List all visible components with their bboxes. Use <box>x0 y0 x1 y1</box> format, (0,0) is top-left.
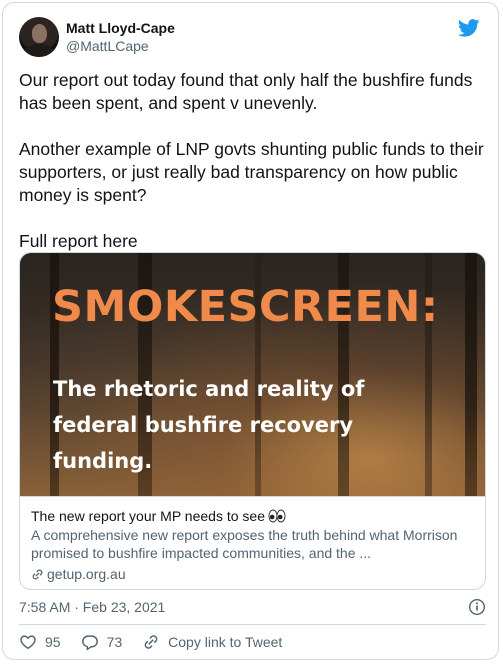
heart-icon <box>20 635 36 650</box>
avatar[interactable] <box>19 17 59 57</box>
card-image-subhead: The rhetoric and reality of federal bush… <box>53 377 365 473</box>
copy-link-label: Copy link to Tweet <box>168 634 283 650</box>
twitter-bird-icon[interactable] <box>458 19 480 37</box>
card-meta[interactable]: The new report your MP needs to see A co… <box>20 496 485 589</box>
card-domain[interactable]: getup.org.au <box>31 565 485 583</box>
tweet-card: Matt Lloyd-Cape @MattLCape Our report ou… <box>2 2 499 660</box>
link-preview-card[interactable]: SMOKESCREEN: The rhetoric and reality of… <box>19 252 486 590</box>
divider <box>19 624 486 625</box>
tweet-text: Our report out today found that only hal… <box>19 70 484 251</box>
reply-button[interactable]: 73 <box>81 633 123 651</box>
info-icon[interactable] <box>468 598 486 616</box>
card-title: The new report your MP needs to see <box>31 507 485 525</box>
display-name[interactable]: Matt Lloyd-Cape <box>66 19 175 37</box>
action-bar: 95 73 Copy link to Tweet <box>19 631 302 653</box>
author-block[interactable]: Matt Lloyd-Cape @MattLCape <box>66 19 175 55</box>
timestamp-row: 7:58 AM · Feb 23, 2021 <box>19 597 486 617</box>
card-title-text: The new report your MP needs to see <box>31 508 265 524</box>
link-icon <box>32 569 43 579</box>
timestamp[interactable]: 7:58 AM · Feb 23, 2021 <box>19 599 165 615</box>
card-image-headline: SMOKESCREEN: <box>52 282 439 332</box>
reply-icon <box>81 635 98 651</box>
eyes-icon <box>268 509 286 523</box>
like-count: 95 <box>45 634 61 650</box>
link-icon <box>144 635 158 649</box>
reply-count: 73 <box>106 634 123 650</box>
copy-link-button[interactable]: Copy link to Tweet <box>142 633 282 651</box>
card-description: A comprehensive new report exposes the t… <box>31 527 458 561</box>
tweet-header: Matt Lloyd-Cape @MattLCape <box>19 17 482 61</box>
like-button[interactable]: 95 <box>19 633 61 651</box>
user-handle[interactable]: @MattLCape <box>66 37 175 55</box>
card-image[interactable]: SMOKESCREEN: The rhetoric and reality of… <box>20 253 485 496</box>
card-domain-text[interactable]: getup.org.au <box>47 565 126 583</box>
